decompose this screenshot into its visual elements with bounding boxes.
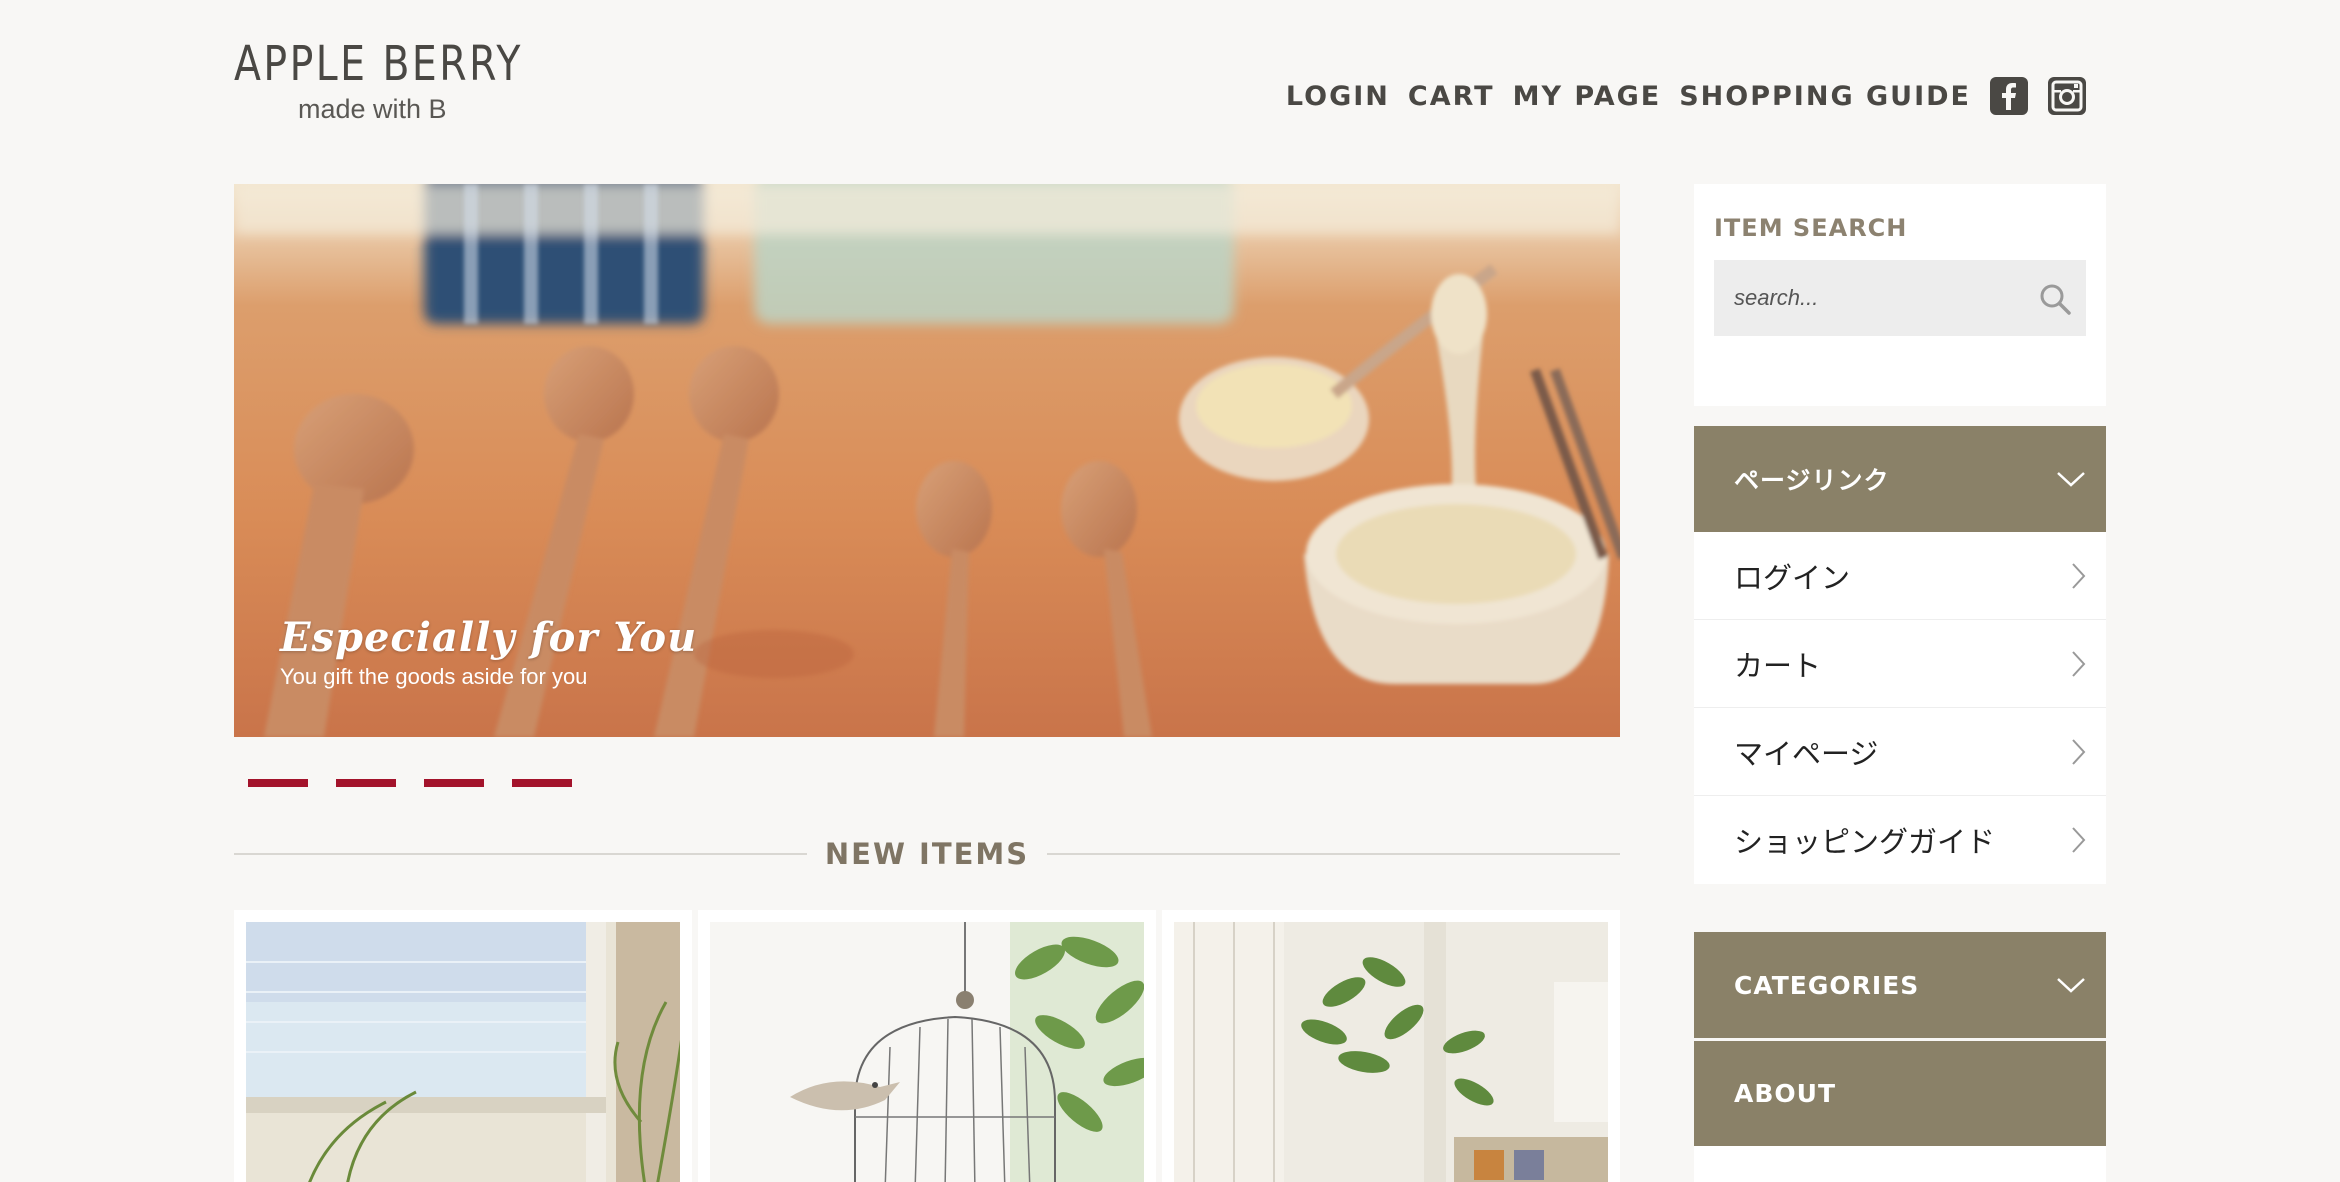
categories-toggle[interactable]: CATEGORIES <box>1694 932 2106 1038</box>
chevron-right-icon <box>2072 562 2086 589</box>
page-links-toggle[interactable]: ページリンク <box>1694 426 2106 532</box>
site-logo[interactable]: APPLE BERRY made with B <box>234 36 534 124</box>
slider-dot-1[interactable] <box>248 779 308 787</box>
sidebar-item-label: ショッピングガイド <box>1734 825 1996 859</box>
product-card[interactable] <box>1162 910 1620 1182</box>
search-title: ITEM SEARCH <box>1714 214 1908 242</box>
item-search-panel: ITEM SEARCH <box>1694 184 2106 406</box>
slider-dot-2[interactable] <box>336 779 396 787</box>
header-nav: LOGIN CART MY PAGE SHOPPING GUIDE <box>1286 76 2087 116</box>
search-icon[interactable] <box>2038 282 2072 316</box>
sidebar-item-mypage[interactable]: マイページ <box>1694 708 2106 796</box>
product-image <box>1174 922 1608 1182</box>
hero-subtitle: You gift the goods aside for you <box>280 664 588 689</box>
product-image <box>710 922 1144 1182</box>
about-title: ABOUT <box>1734 1079 1837 1108</box>
categories-title: CATEGORIES <box>1734 970 1920 1000</box>
nav-cart-link[interactable]: CART <box>1408 81 1495 112</box>
logo-tagline: made with B <box>298 94 447 124</box>
search-field <box>1714 260 2086 336</box>
nav-login-link[interactable]: LOGIN <box>1286 81 1390 112</box>
slider-dot-4[interactable] <box>512 779 572 787</box>
hero-slider[interactable]: Especially for You You gift the goods as… <box>234 184 1620 737</box>
logo-title: APPLE BERRY <box>234 36 523 92</box>
chevron-down-icon <box>2057 978 2085 993</box>
divider <box>1047 853 1621 855</box>
new-items-grid <box>234 910 1620 1182</box>
search-input[interactable] <box>1714 260 2086 336</box>
slider-pagination <box>248 779 572 787</box>
about-link[interactable]: ABOUT <box>1694 1041 2106 1146</box>
product-card[interactable] <box>234 910 692 1182</box>
chevron-right-icon <box>2072 827 2086 853</box>
chevron-right-icon <box>2072 738 2086 765</box>
slider-dot-3[interactable] <box>424 779 484 787</box>
sidebar-item-label: カート <box>1734 648 1822 683</box>
product-image <box>246 922 680 1182</box>
sidebar-item-shopping-guide[interactable]: ショッピングガイド <box>1694 796 2106 884</box>
chevron-down-icon <box>2057 472 2085 487</box>
section-title: NEW ITEMS <box>824 837 1030 871</box>
sidebar-item-label: マイページ <box>1734 736 1879 771</box>
nav-mypage-link[interactable]: MY PAGE <box>1513 81 1662 112</box>
page-links-list: ログイン カート マイページ ショッピングガイド <box>1694 532 2106 884</box>
facebook-icon[interactable] <box>1989 76 2029 116</box>
sidebar-item-cart[interactable]: カート <box>1694 620 2106 708</box>
hero-title: Especially for You <box>280 614 698 661</box>
page-links-title: ページリンク <box>1734 466 1890 495</box>
divider <box>234 853 807 855</box>
instagram-icon[interactable] <box>2047 76 2087 116</box>
chevron-right-icon <box>2072 650 2086 677</box>
product-card[interactable] <box>698 910 1156 1182</box>
hero-caption: Especially for You You gift the goods as… <box>280 614 697 692</box>
new-items-heading: NEW ITEMS <box>234 834 1621 874</box>
sidebar-item-label: ログイン <box>1734 560 1851 595</box>
nav-shopping-guide-link[interactable]: SHOPPING GUIDE <box>1679 81 1971 112</box>
sidebar-item-login[interactable]: ログイン <box>1694 532 2106 620</box>
sidebar-panel <box>1694 1146 2106 1182</box>
